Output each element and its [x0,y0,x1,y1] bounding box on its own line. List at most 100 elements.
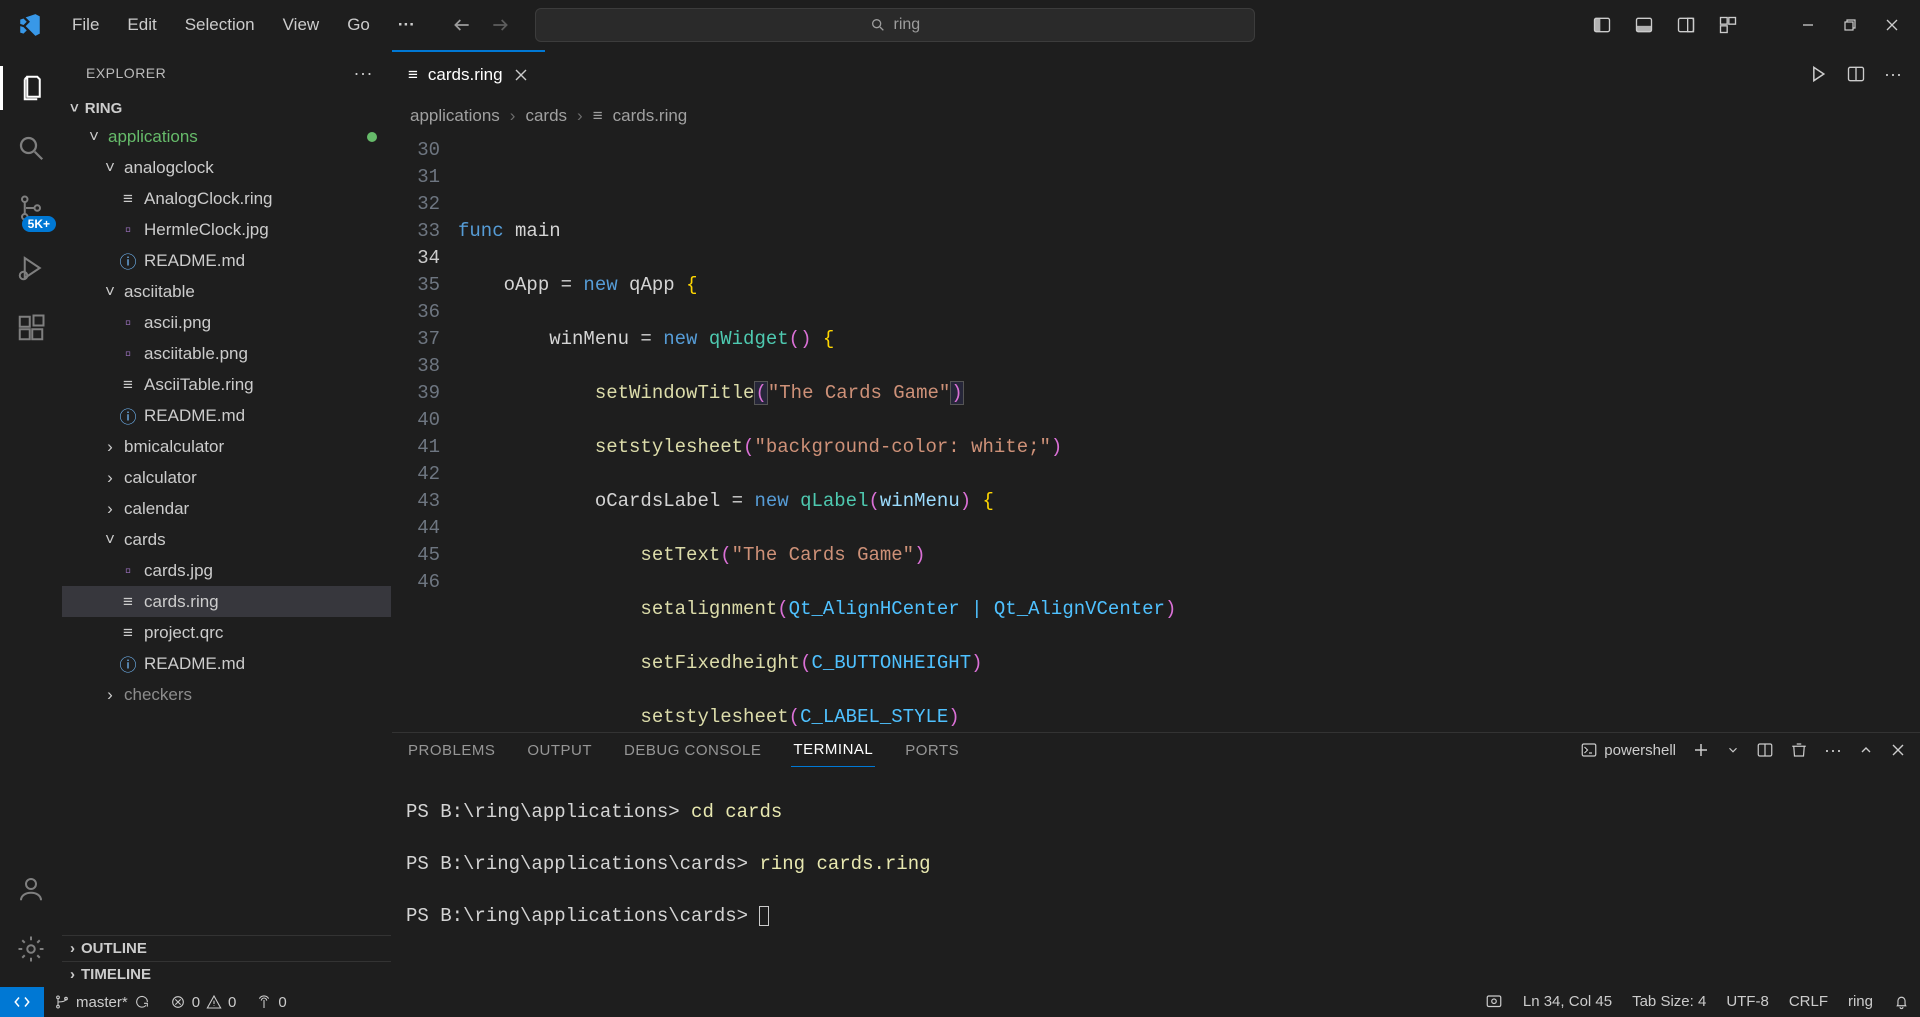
customize-layout-icon[interactable] [1716,13,1740,37]
activity-extensions-icon[interactable] [0,300,62,356]
panel-tab-problems[interactable]: PROBLEMS [406,734,497,767]
status-notifications-icon[interactable] [1883,993,1920,1010]
layout-and-window-controls [1590,13,1904,37]
file-cards-ring[interactable]: ≡cards.ring [62,586,391,617]
panel-tab-output[interactable]: OUTPUT [525,734,594,767]
folder-analogclock[interactable]: ˅analogclock [62,152,391,183]
command-center-search[interactable]: ring [535,8,1255,42]
status-eol[interactable]: CRLF [1779,993,1838,1010]
editor-more-icon[interactable]: ··· [1884,64,1902,85]
file-project-qrc[interactable]: ≡ project.qrc [62,617,391,648]
terminal-profile-label: powershell [1604,742,1676,759]
folder-cards[interactable]: ˅cards [62,524,391,555]
terminal-content[interactable]: PS B:\ring\applications> cd cards PS B:\… [392,767,1920,987]
folder-calendar[interactable]: ›calendar [62,493,391,524]
status-encoding[interactable]: UTF-8 [1716,993,1779,1010]
outline-label: OUTLINE [81,940,147,957]
panel-more-icon[interactable]: ··· [1824,740,1842,761]
status-ports[interactable]: 0 [246,987,296,1017]
terminal-dropdown-icon[interactable] [1726,743,1740,757]
window-minimize-icon[interactable] [1796,13,1820,37]
toggle-primary-sidebar-icon[interactable] [1590,13,1614,37]
file-asciitable-png[interactable]: ▫asciitable.png [62,338,391,369]
outline-section[interactable]: ›OUTLINE [62,935,391,961]
file-readme2[interactable]: ⓘREADME.md [62,400,391,431]
sync-icon[interactable] [134,994,150,1010]
nav-controls [447,10,515,40]
code-editor[interactable]: 3031323334353637383940414243444546 func … [392,134,1920,732]
explorer-more-icon[interactable]: ··· [354,63,373,84]
menu-more-icon[interactable]: ··· [386,9,427,41]
menu-go[interactable]: Go [335,9,382,41]
forward-icon[interactable] [485,10,515,40]
antenna-icon [256,994,272,1010]
close-tab-icon[interactable] [513,67,529,83]
tab-cards-ring[interactable]: ≡ cards.ring [392,50,545,98]
run-icon[interactable] [1808,64,1828,84]
breadcrumb-segment[interactable]: cards [525,106,567,126]
menu-edit[interactable]: Edit [115,9,168,41]
file-label: project.qrc [144,623,223,643]
status-branch[interactable]: master* [44,987,160,1017]
file-analogclock-ring[interactable]: ≡AnalogClock.ring [62,183,391,214]
new-terminal-icon[interactable] [1692,741,1710,759]
panel-tab-terminal[interactable]: TERMINAL [791,733,875,767]
status-indent[interactable]: Tab Size: 4 [1622,993,1716,1010]
window-restore-icon[interactable] [1838,13,1862,37]
folder-label: calculator [124,468,197,488]
maximize-panel-icon[interactable] [1858,742,1874,758]
status-problems[interactable]: 0 0 [160,987,247,1017]
folder-calculator[interactable]: ›calculator [62,462,391,493]
back-icon[interactable] [447,10,477,40]
activity-explorer-icon[interactable] [0,60,62,116]
terminal-profile[interactable]: powershell [1580,741,1676,759]
kill-terminal-icon[interactable] [1790,741,1808,759]
activity-debug-icon[interactable] [0,240,62,296]
close-panel-icon[interactable] [1890,742,1906,758]
file-label: asciitable.png [144,344,248,364]
status-language[interactable]: ring [1838,993,1883,1010]
panel-tabs: PROBLEMS OUTPUT DEBUG CONSOLE TERMINAL P… [392,733,1920,767]
breadcrumb-segment[interactable]: applications [410,106,500,126]
toggle-secondary-sidebar-icon[interactable] [1674,13,1698,37]
generic-file-icon: ≡ [118,623,138,643]
status-position[interactable]: Ln 34, Col 45 [1513,993,1622,1010]
explorer-root-header[interactable]: ˅RING [62,96,391,121]
folder-applications[interactable]: ˅applications [62,121,391,152]
breadcrumb[interactable]: applications › cards › ≡ cards.ring [392,98,1920,134]
panel-tab-ports[interactable]: PORTS [903,734,961,767]
split-terminal-icon[interactable] [1756,741,1774,759]
activity-settings-icon[interactable] [0,921,62,977]
menu-selection[interactable]: Selection [173,9,267,41]
code-content[interactable]: func main oApp = new qApp { winMenu = ne… [458,134,1820,732]
file-readme3[interactable]: ⓘREADME.md [62,648,391,679]
status-screencast-icon[interactable] [1475,993,1513,1011]
menu-view[interactable]: View [271,9,332,41]
file-hermleclock[interactable]: ▫HermleClock.jpg [62,214,391,245]
timeline-section[interactable]: ›TIMELINE [62,961,391,987]
file-readme1[interactable]: ⓘREADME.md [62,245,391,276]
activity-source-control-icon[interactable]: 5K+ [0,180,62,236]
file-asciitable-ring[interactable]: ≡AsciiTable.ring [62,369,391,400]
folder-checkers[interactable]: ›checkers [62,679,391,710]
explorer-title: EXPLORER [86,65,166,81]
file-label: ascii.png [144,313,211,333]
breadcrumb-segment[interactable]: cards.ring [613,106,688,126]
ports-count: 0 [278,994,286,1011]
folder-asciitable[interactable]: ˅asciitable [62,276,391,307]
activity-search-icon[interactable] [0,120,62,176]
explorer-root-label: RING [85,100,123,117]
menu-file[interactable]: File [60,9,111,41]
editor-actions: ··· [1808,50,1920,98]
remote-indicator-icon[interactable] [0,987,44,1017]
window-close-icon[interactable] [1880,13,1904,37]
file-cards-jpg[interactable]: ▫cards.jpg [62,555,391,586]
split-editor-icon[interactable] [1846,64,1866,84]
activity-accounts-icon[interactable] [0,861,62,917]
panel-tab-debug[interactable]: DEBUG CONSOLE [622,734,763,767]
folder-bmicalculator[interactable]: ›bmicalculator [62,431,391,462]
branch-name: master* [76,994,128,1011]
toggle-panel-icon[interactable] [1632,13,1656,37]
file-ascii-png[interactable]: ▫ascii.png [62,307,391,338]
minimap[interactable] [1820,134,1920,732]
